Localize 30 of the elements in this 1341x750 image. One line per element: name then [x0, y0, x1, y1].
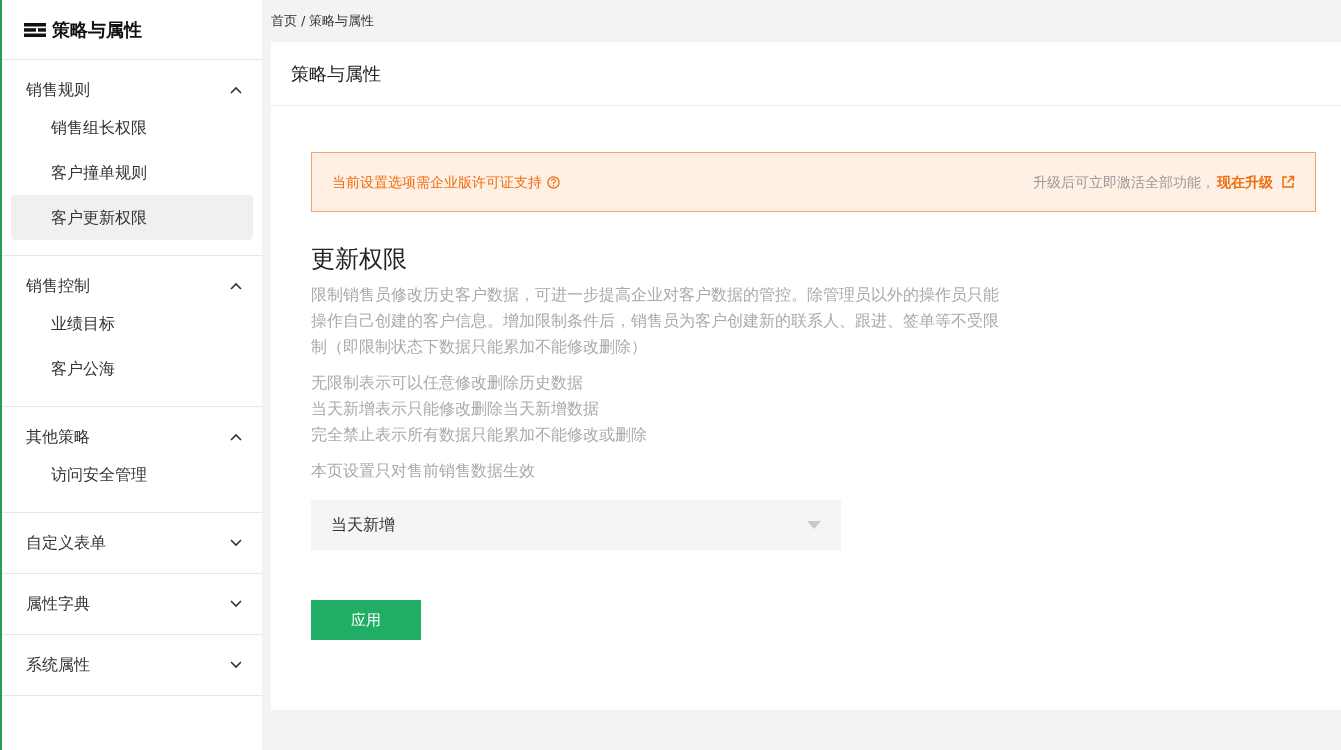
option-description: 当天新增表示只能修改删除当天新增数据	[311, 398, 600, 420]
menu-group-header[interactable]: 自定义表单	[2, 513, 262, 573]
breadcrumb-link[interactable]: 策略与属性	[309, 11, 375, 31]
help-icon[interactable]	[547, 175, 560, 189]
chevron-up-icon	[230, 433, 242, 441]
page-title: 策略与属性	[291, 62, 381, 86]
menu-item[interactable]: 客户公海	[11, 346, 253, 391]
permission-select[interactable]: 当天新增	[311, 500, 841, 550]
chevron-down-icon	[230, 600, 242, 608]
option-description: 无限制表示可以任意修改删除历史数据	[311, 372, 584, 394]
external-link-icon[interactable]	[1281, 175, 1295, 189]
section-title: 更新权限	[311, 244, 408, 275]
breadcrumb-link[interactable]: 首页	[271, 11, 297, 31]
caret-icon	[807, 521, 821, 529]
option-description: 完全禁止表示所有数据只能累加不能修改或删除	[311, 424, 648, 446]
chevron-down-icon	[230, 661, 242, 669]
notice-text: 当前设置选项需企业版许可证支持	[332, 172, 542, 192]
chevron-up-icon	[230, 86, 242, 94]
section-description: 限制销售员修改历史客户数据，可进一步提高企业对客户数据的管控。除管理员以外的操作员只能操作自己创建的客户信息。增加限制条件后，销售员为客户创建新的联系人、跟进、签单等不受限制（即限制状态下数据只能累加不能修改删除）	[311, 284, 1000, 358]
notice-hint: 升级后可立即激活全部功能，	[1033, 172, 1215, 192]
breadcrumb-separator: /	[301, 12, 306, 31]
menu-icon	[24, 22, 46, 37]
chevron-down-icon	[230, 539, 242, 547]
menu-item[interactable]: 客户更新权限	[11, 195, 253, 240]
sidebar-title: 策略与属性	[52, 18, 142, 42]
menu-group-header[interactable]: 属性字典	[2, 574, 262, 634]
chevron-up-icon	[230, 282, 242, 290]
scope-note: 本页设置只对售前销售数据生效	[311, 460, 536, 482]
menu-item[interactable]: 客户撞单规则	[11, 150, 253, 195]
menu-group-header[interactable]: 系统属性	[2, 635, 262, 695]
